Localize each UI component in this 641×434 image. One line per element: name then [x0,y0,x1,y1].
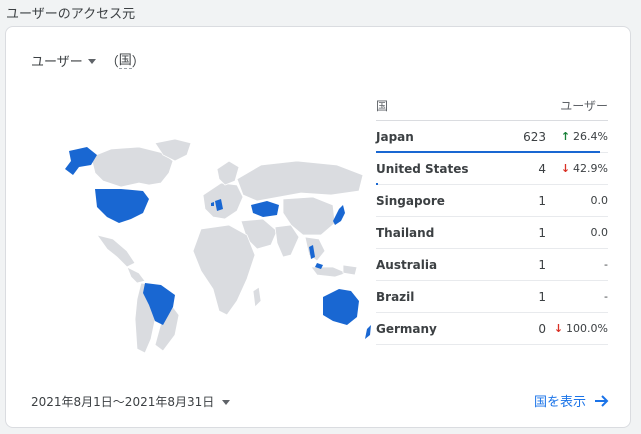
user-count: 1 [538,289,546,304]
view-countries-link[interactable]: 国を表示 [534,391,610,410]
country-table: 国 ユーザー Japan 623 ↑ 26.4% United States 4 ↓ 42.9… [376,91,608,345]
map-region-mexico [96,234,136,268]
caret-down-icon [222,399,231,405]
arrow-right-icon [595,394,609,407]
user-count: 1 [538,257,546,272]
map-highlight-kazakhstan [251,201,279,217]
table-header: 国 ユーザー [376,91,608,121]
metric-row: ユーザー （ 国 ） [31,51,145,71]
metric-selector[interactable]: ユーザー [31,51,96,70]
map-highlight-alaska [65,147,97,175]
table-row[interactable]: Australia 1 - [376,249,608,281]
change-value: 100.0% [566,322,608,335]
map-region-madagascar [252,286,262,308]
map-region-central-america [126,266,146,284]
view-countries-label: 国を表示 [533,395,586,410]
change-percent: - [546,290,608,303]
country-name: United States [376,161,469,176]
map-region-africa [192,224,256,316]
map-highlight-japan [333,205,345,225]
map-region-canada [90,146,174,188]
change-value: 0.0 [590,194,609,207]
user-count: 1 [538,225,546,240]
change-value: 42.9% [573,162,608,175]
country-name: Brazil [376,289,415,304]
country-name: Japan [376,129,414,144]
page-heading: ユーザーのアクセス元 [6,7,136,22]
date-range-selector[interactable]: 2021年8月1日～2021年8月31日 [31,393,231,410]
change-value: 0.0 [590,226,609,239]
column-header-users: ユーザー [560,99,608,113]
map-region-indonesia [310,266,349,278]
change-percent: 0.0 [546,226,609,239]
map-highlight-united-states [95,189,149,223]
table-row[interactable]: Thailand 1 0.0 [376,217,608,249]
change-value: 26.4% [573,130,608,143]
table-row[interactable]: United States 4 ↓ 42.9% [376,153,608,185]
table-row[interactable]: Japan 623 ↑ 26.4% [376,121,608,153]
change-percent: 0.0 [546,194,609,207]
users-by-country-card: ユーザー （ 国 ） 国 ユーザー Japan 623 ↑ 26.4% Unit… [5,26,631,428]
change-percent: ↑ 26.4% [546,130,608,143]
map-region-southeast-asia [304,236,326,262]
dimension-open-paren: （ [105,55,119,70]
arrow-down-icon: ↓ [553,322,564,335]
user-count: 623 [523,129,546,144]
column-header-country: 国 [376,99,389,113]
arrow-down-icon: ↓ [560,162,571,175]
change-value: - [604,290,608,303]
caret-down-icon [87,58,96,64]
user-count: 1 [538,193,546,208]
country-name: Singapore [376,193,445,208]
table-row[interactable]: Brazil 1 - [376,281,608,313]
dimension-selector[interactable]: （ 国 ） [105,51,145,71]
world-map [65,139,371,354]
map-region-europe [202,182,244,220]
metric-label: ユーザー [31,55,83,70]
table-row[interactable]: Singapore 1 0.0 [376,185,608,217]
arrow-up-icon: ↑ [560,130,571,143]
user-count: 4 [538,161,546,176]
map-region-russia [236,160,364,202]
country-name: Australia [376,257,438,272]
change-percent: - [546,258,608,271]
map-region-scandinavia [216,160,240,186]
change-value: - [604,258,608,271]
dimension-label: 国 [118,52,132,69]
date-range-label: 2021年8月1日～2021年8月31日 [31,395,215,409]
table-body: Japan 623 ↑ 26.4% United States 4 ↓ 42.9% Singap… [376,121,608,345]
country-name: Germany [376,321,437,336]
dimension-close-paren: ） [131,55,145,70]
map-region-new-guinea [342,264,358,276]
map-region-india [274,224,300,258]
country-name: Thailand [376,225,435,240]
user-count: 0 [538,321,546,336]
change-percent: ↓ 42.9% [546,162,608,175]
map-highlight-australia [323,289,359,325]
change-percent: ↓ 100.0% [546,322,608,335]
map-highlight-new-zealand [365,325,371,339]
table-row[interactable]: Germany 0 ↓ 100.0% [376,313,608,345]
